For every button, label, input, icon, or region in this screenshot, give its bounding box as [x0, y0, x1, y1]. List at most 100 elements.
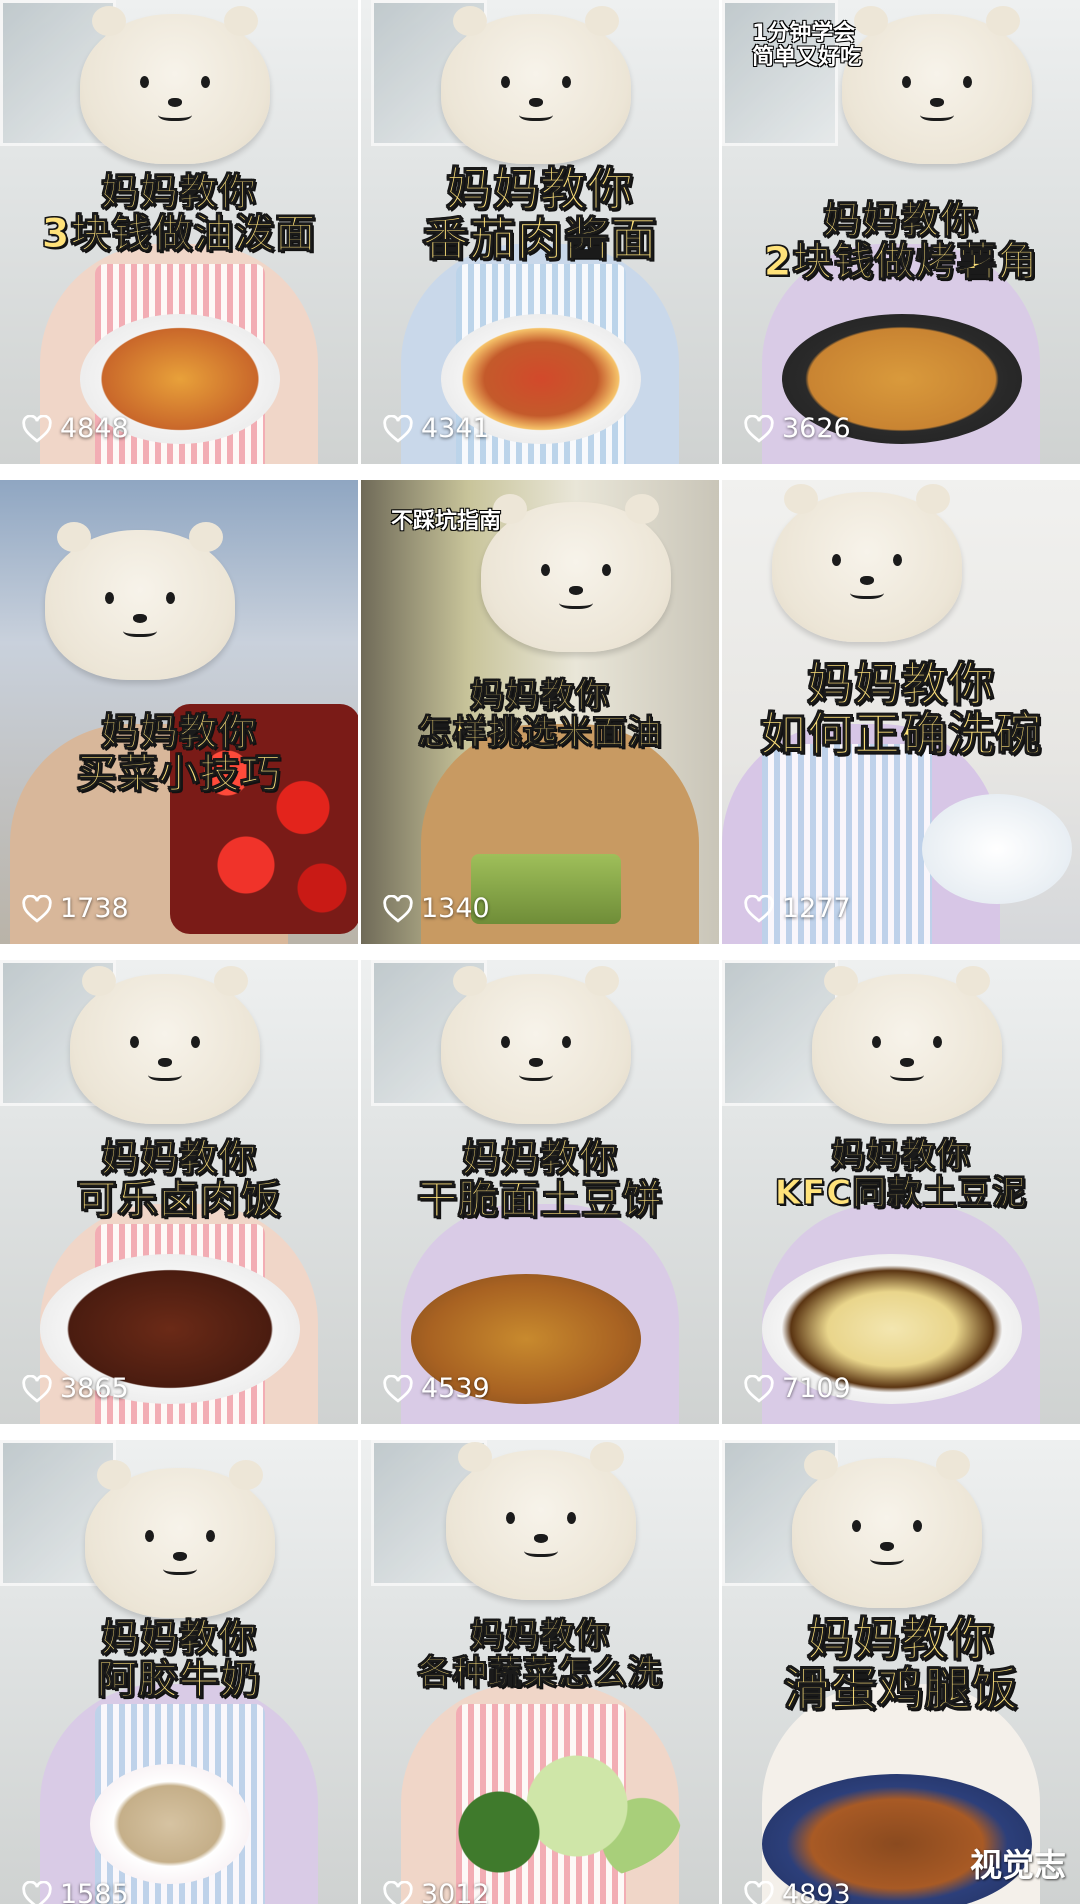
video-caption: 妈妈教你 滑蛋鸡腿饭	[722, 1615, 1080, 1714]
heart-outline-icon	[22, 1881, 52, 1904]
corner-tag: 1分钟学会 简单又好吃	[752, 22, 862, 70]
video-thumbnail[interactable]: 不踩坑指南 妈妈教你 怎样挑选米面油 1340	[361, 480, 719, 944]
bear-mask-icon	[812, 974, 1002, 1124]
like-count-value: 1585	[60, 1879, 129, 1904]
caption-line-1: 妈妈教你	[361, 678, 719, 715]
like-count-value: 4848	[60, 413, 129, 444]
heart-outline-icon	[383, 1881, 413, 1904]
like-count: 1277	[744, 893, 851, 924]
caption-line-1: 妈妈教你	[722, 200, 1080, 241]
bear-mask-icon	[481, 502, 671, 652]
corner-tag-line-1: 不踩坑指南	[391, 510, 501, 534]
caption-line-2: 阿胶牛奶	[0, 1659, 358, 1702]
video-caption: 妈妈教你 3块钱做油泼面	[0, 172, 358, 256]
video-caption: 妈妈教你 买菜小技巧	[0, 712, 358, 796]
dish-image	[471, 854, 621, 924]
caption-line-2: 番茄肉酱面	[361, 215, 719, 265]
heart-outline-icon	[744, 1881, 774, 1904]
corner-tag-line-1: 1分钟学会	[752, 22, 862, 46]
caption-line-2: 可乐卤肉饭	[0, 1179, 358, 1222]
caption-line-1: 妈妈教你	[0, 1138, 358, 1179]
caption-line-1: 妈妈教你	[722, 1615, 1080, 1665]
like-count: 1340	[383, 893, 490, 924]
like-count-value: 4341	[421, 413, 490, 444]
caption-line-1: 妈妈教你	[722, 660, 1080, 710]
heart-outline-icon	[744, 895, 774, 923]
video-caption: 妈妈教你 KFC同款土豆泥	[722, 1138, 1080, 1211]
caption-line-1: 妈妈教你	[722, 1138, 1080, 1175]
video-thumbnail[interactable]: 妈妈教你 买菜小技巧 1738	[0, 480, 358, 944]
video-caption: 妈妈教你 怎样挑选米面油	[361, 678, 719, 751]
bear-mask-icon	[45, 530, 235, 680]
like-count-value: 3865	[60, 1373, 129, 1404]
heart-outline-icon	[744, 1375, 774, 1403]
video-caption: 妈妈教你 阿胶牛奶	[0, 1618, 358, 1702]
caption-line-1: 妈妈教你	[0, 172, 358, 213]
caption-line-2: 3块钱做油泼面	[0, 213, 358, 256]
video-thumbnail[interactable]: 妈妈教你 番茄肉酱面 4341	[361, 0, 719, 464]
caption-line-2: 干脆面土豆饼	[361, 1179, 719, 1222]
like-count: 3865	[22, 1373, 129, 1404]
like-count: 4893	[744, 1879, 851, 1904]
heart-outline-icon	[22, 415, 52, 443]
heart-outline-icon	[744, 415, 774, 443]
heart-outline-icon	[22, 895, 52, 923]
video-caption: 妈妈教你 番茄肉酱面	[361, 165, 719, 264]
bear-mask-icon	[842, 14, 1032, 164]
caption-line-2: 如何正确洗碗	[722, 710, 1080, 760]
video-thumbnail[interactable]: 妈妈教你 KFC同款土豆泥 7109	[722, 960, 1080, 1424]
like-count: 1738	[22, 893, 129, 924]
video-thumbnail[interactable]: 1分钟学会 简单又好吃 妈妈教你 2块钱做烤薯角 3626	[722, 0, 1080, 464]
heart-outline-icon	[22, 1375, 52, 1403]
bear-mask-icon	[70, 974, 260, 1124]
caption-line-1: 妈妈教你	[361, 1618, 719, 1655]
like-count: 7109	[744, 1373, 851, 1404]
video-caption: 妈妈教你 如何正确洗碗	[722, 660, 1080, 759]
bear-mask-icon	[446, 1450, 636, 1600]
video-thumbnail[interactable]: 妈妈教你 各种蔬菜怎么洗 3012	[361, 1440, 719, 1904]
like-count-value: 7109	[782, 1373, 851, 1404]
video-thumbnail[interactable]: 妈妈教你 3块钱做油泼面 4848	[0, 0, 358, 464]
corner-tag-line-2: 简单又好吃	[752, 46, 862, 70]
dish-image	[90, 1764, 250, 1884]
like-count: 4539	[383, 1373, 490, 1404]
video-thumbnail[interactable]: 妈妈教你 如何正确洗碗 1277	[722, 480, 1080, 944]
caption-line-1: 妈妈教你	[0, 712, 358, 753]
like-count: 3626	[744, 413, 851, 444]
bear-mask-icon	[441, 974, 631, 1124]
dish-image	[421, 1754, 681, 1884]
like-count: 3012	[383, 1879, 490, 1904]
caption-line-1: 妈妈教你	[361, 165, 719, 215]
like-count: 4848	[22, 413, 129, 444]
bear-mask-icon	[792, 1458, 982, 1608]
like-count: 1585	[22, 1879, 129, 1904]
like-count-value: 1277	[782, 893, 851, 924]
video-thumbnail[interactable]: 妈妈教你 阿胶牛奶 1585	[0, 1440, 358, 1904]
bear-mask-icon	[85, 1468, 275, 1618]
dish-image	[922, 794, 1072, 904]
video-thumbnail[interactable]: 妈妈教你 干脆面土豆饼 4539	[361, 960, 719, 1424]
bear-mask-icon	[441, 14, 631, 164]
like-count-value: 1738	[60, 893, 129, 924]
video-thumbnail[interactable]: 妈妈教你 滑蛋鸡腿饭 4893 视觉志	[722, 1440, 1080, 1904]
heart-outline-icon	[383, 1375, 413, 1403]
heart-outline-icon	[383, 895, 413, 923]
caption-line-1: 妈妈教你	[361, 1138, 719, 1179]
caption-line-1: 妈妈教你	[0, 1618, 358, 1659]
bear-mask-icon	[80, 14, 270, 164]
like-count-value: 3012	[421, 1879, 490, 1904]
caption-line-2: KFC同款土豆泥	[722, 1175, 1080, 1212]
watermark: 视觉志	[970, 1840, 1066, 1886]
like-count-value: 1340	[421, 893, 490, 924]
like-count-value: 3626	[782, 413, 851, 444]
video-caption: 妈妈教你 各种蔬菜怎么洗	[361, 1618, 719, 1691]
bear-mask-icon	[772, 492, 962, 642]
video-thumbnail[interactable]: 妈妈教你 可乐卤肉饭 3865	[0, 960, 358, 1424]
video-caption: 妈妈教你 可乐卤肉饭	[0, 1138, 358, 1222]
caption-line-2: 各种蔬菜怎么洗	[361, 1655, 719, 1692]
video-caption: 妈妈教你 干脆面土豆饼	[361, 1138, 719, 1222]
caption-line-2: 怎样挑选米面油	[361, 715, 719, 752]
heart-outline-icon	[383, 415, 413, 443]
video-caption: 妈妈教你 2块钱做烤薯角	[722, 200, 1080, 284]
caption-line-2: 滑蛋鸡腿饭	[722, 1665, 1080, 1715]
